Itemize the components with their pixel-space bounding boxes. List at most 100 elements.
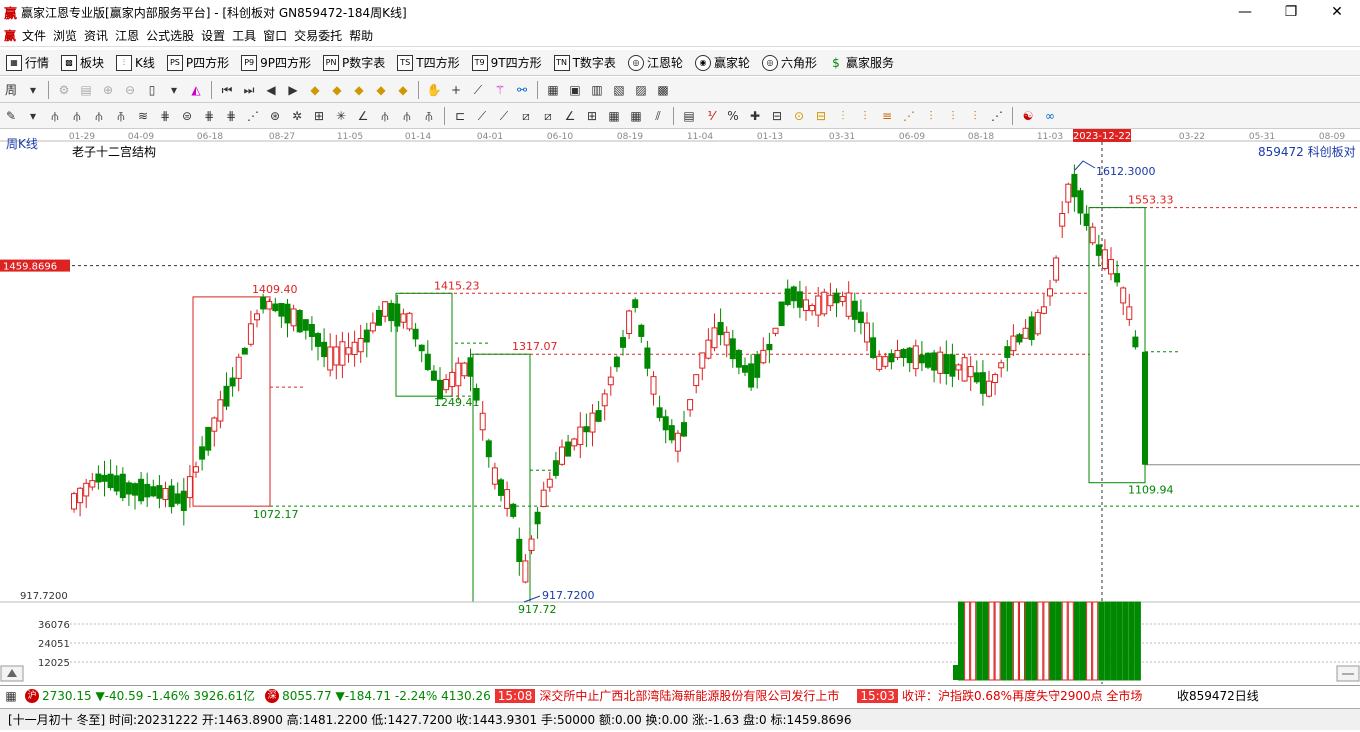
toolbar-9p-square-button[interactable]: P9 9P四方形 (241, 54, 311, 71)
coin-icon[interactable]: ⊙ (791, 108, 807, 124)
box-icon[interactable]: ⊟ (813, 108, 829, 124)
grid-icon[interactable]: ⊞ (584, 108, 600, 124)
menu-info[interactable]: 资讯 (84, 27, 108, 44)
line-icon[interactable]: ⋰ (901, 108, 917, 124)
percent-icon[interactable]: % (725, 108, 741, 124)
doc-icon[interactable]: ▤ (78, 82, 94, 98)
cross-icon[interactable]: ✚ (747, 108, 763, 124)
trend-icon[interactable]: ⧄ (518, 108, 534, 124)
left-icon[interactable]: ◀ (263, 82, 279, 98)
percent-icon[interactable]: ⅟ (703, 108, 719, 124)
news-item[interactable]: 收评：沪指跌0.68%再度失守2900点 全市场 (902, 687, 1167, 704)
grid-icon[interactable]: ▦ (628, 108, 644, 124)
rainbow-icon[interactable]: ◭ (188, 82, 204, 98)
kline-chart[interactable]: 01-29 04-09 06-18 08-27 11-05 01-14 04-01 06-10… (0, 128, 1360, 684)
gear-icon[interactable]: ⚙ (56, 82, 72, 98)
toolbar-kline-button[interactable]: ⫶ K线 (116, 54, 155, 71)
book-icon[interactable]: ▥ (589, 82, 605, 98)
line-icon[interactable]: ⋰ (989, 108, 1005, 124)
angle-icon[interactable]: ∠ (355, 108, 371, 124)
line-icon[interactable]: ≡ (879, 108, 895, 124)
fork-icon[interactable]: ⫛ (69, 108, 85, 124)
hand-icon[interactable]: ✋ (426, 82, 442, 98)
toolbar-sector-button[interactable]: ▩ 板块 (61, 54, 104, 71)
minimize-button[interactable]: — (1222, 0, 1268, 24)
infinity-icon[interactable]: ∞ (1042, 108, 1058, 124)
star-icon[interactable]: ✳ (333, 108, 349, 124)
grid-icon[interactable]: ⋕ (223, 108, 239, 124)
grid-icon[interactable]: ⊞ (311, 108, 327, 124)
yin-yang-icon[interactable]: ☯ (1020, 108, 1036, 124)
toolbar-quotes-button[interactable]: ▦ 行情 (6, 54, 49, 71)
diamond-icon[interactable]: ◆ (395, 82, 411, 98)
slash-icon[interactable]: ⫽ (650, 108, 666, 124)
calc-icon[interactable]: ▣ (567, 82, 583, 98)
menu-browse[interactable]: 浏览 (53, 27, 77, 44)
toolbar-t-number-button[interactable]: TN T数字表 (553, 54, 616, 71)
fork-icon[interactable]: ⫛ (47, 108, 63, 124)
grid-icon[interactable]: ⋕ (157, 108, 173, 124)
grid-icon[interactable]: ▦ (606, 108, 622, 124)
toolbar-service-button[interactable]: $ 赢家服务 (829, 54, 894, 71)
line-icon[interactable]: ⫶ (967, 108, 983, 124)
line-icon[interactable]: ⫶ (835, 108, 851, 124)
box-icon[interactable]: ⊟ (769, 108, 785, 124)
diamond-icon[interactable]: ◆ (329, 82, 345, 98)
toolbar-gann-wheel-button[interactable]: ◎ 江恩轮 (627, 54, 683, 71)
toolbar-t-square-button[interactable]: TS T四方形 (397, 54, 460, 71)
diamond-icon[interactable]: ◆ (373, 82, 389, 98)
menu-trade[interactable]: 交易委托 (294, 27, 342, 44)
news-item[interactable]: 深交所中止广西北部湾陆海新能源股份有限公司发行上市 (539, 687, 839, 704)
table-icon[interactable]: ▤ (681, 108, 697, 124)
grid-icon[interactable]: ▦ (3, 688, 19, 704)
dropdown-icon[interactable]: ▾ (25, 108, 41, 124)
circle-icon[interactable]: ⊜ (179, 108, 195, 124)
link-icon[interactable]: ⚯ (514, 82, 530, 98)
diamond-icon[interactable]: ◆ (351, 82, 367, 98)
dropdown-icon[interactable]: ▾ (166, 82, 182, 98)
rect-icon[interactable]: ⊏ (452, 108, 468, 124)
toolbar-hexagon-button[interactable]: ◎ 六角形 (761, 54, 817, 71)
right-icon[interactable]: ▶ (285, 82, 301, 98)
menu-help[interactable]: 帮助 (349, 27, 373, 44)
wheel-icon[interactable]: ⊛ (267, 108, 283, 124)
toolbar-winner-wheel-button[interactable]: ◉ 赢家轮 (694, 54, 750, 71)
menu-settings[interactable]: 设置 (201, 27, 225, 44)
line-icon[interactable]: ⫶ (923, 108, 939, 124)
menu-gann[interactable]: 江恩 (115, 27, 139, 44)
line-icon[interactable]: ⫶ (945, 108, 961, 124)
line-icon[interactable]: ⫶ (857, 108, 873, 124)
zoom-in-icon[interactable]: ⊕ (100, 82, 116, 98)
diamond-icon[interactable]: ◆ (307, 82, 323, 98)
zoom-out-icon[interactable]: ⊖ (122, 82, 138, 98)
menu-file[interactable]: 文件 (22, 27, 46, 44)
sz-index-quote[interactable]: 8055.77 ▼-184.71 -2.24% 4130.26 (282, 689, 491, 703)
save-icon[interactable]: ▧ (611, 82, 627, 98)
last-icon[interactable]: ⏭ (241, 82, 257, 98)
print-icon[interactable]: ▨ (633, 82, 649, 98)
period-icon[interactable]: 周 (3, 82, 19, 98)
cursor-icon[interactable]: ▯ (144, 82, 160, 98)
maximize-button[interactable]: ❐ (1268, 0, 1314, 24)
wave-icon[interactable]: ≋ (135, 108, 151, 124)
pencil-icon[interactable]: ✎ (3, 108, 19, 124)
sh-index-quote[interactable]: 2730.15 ▼-40.59 -1.46% 3926.61亿 (42, 687, 255, 704)
trend-icon[interactable]: ⧄ (540, 108, 556, 124)
toolbar-p-number-button[interactable]: PN P数字表 (323, 54, 385, 71)
close-button[interactable]: ✕ (1314, 0, 1360, 24)
angle-icon[interactable]: ∠ (562, 108, 578, 124)
pattern-icon[interactable]: ⚚ (492, 82, 508, 98)
line-icon[interactable]: ⟋ (470, 82, 486, 98)
first-icon[interactable]: ⏮ (219, 82, 235, 98)
dropdown-icon[interactable]: ▾ (25, 82, 41, 98)
trend-icon[interactable]: ⟋ (496, 108, 512, 124)
menu-tools[interactable]: 工具 (232, 27, 256, 44)
wheel-icon[interactable]: ✲ (289, 108, 305, 124)
fork-icon[interactable]: ⫚ (113, 108, 129, 124)
fork-icon[interactable]: ⫚ (421, 108, 437, 124)
fork-icon[interactable]: ⫛ (399, 108, 415, 124)
trend-icon[interactable]: ⟋ (474, 108, 490, 124)
toolbar-9t-square-button[interactable]: T9 9T四方形 (471, 54, 542, 71)
export-icon[interactable]: ▩ (655, 82, 671, 98)
right-summary[interactable]: 收859472日线 (1177, 687, 1259, 704)
